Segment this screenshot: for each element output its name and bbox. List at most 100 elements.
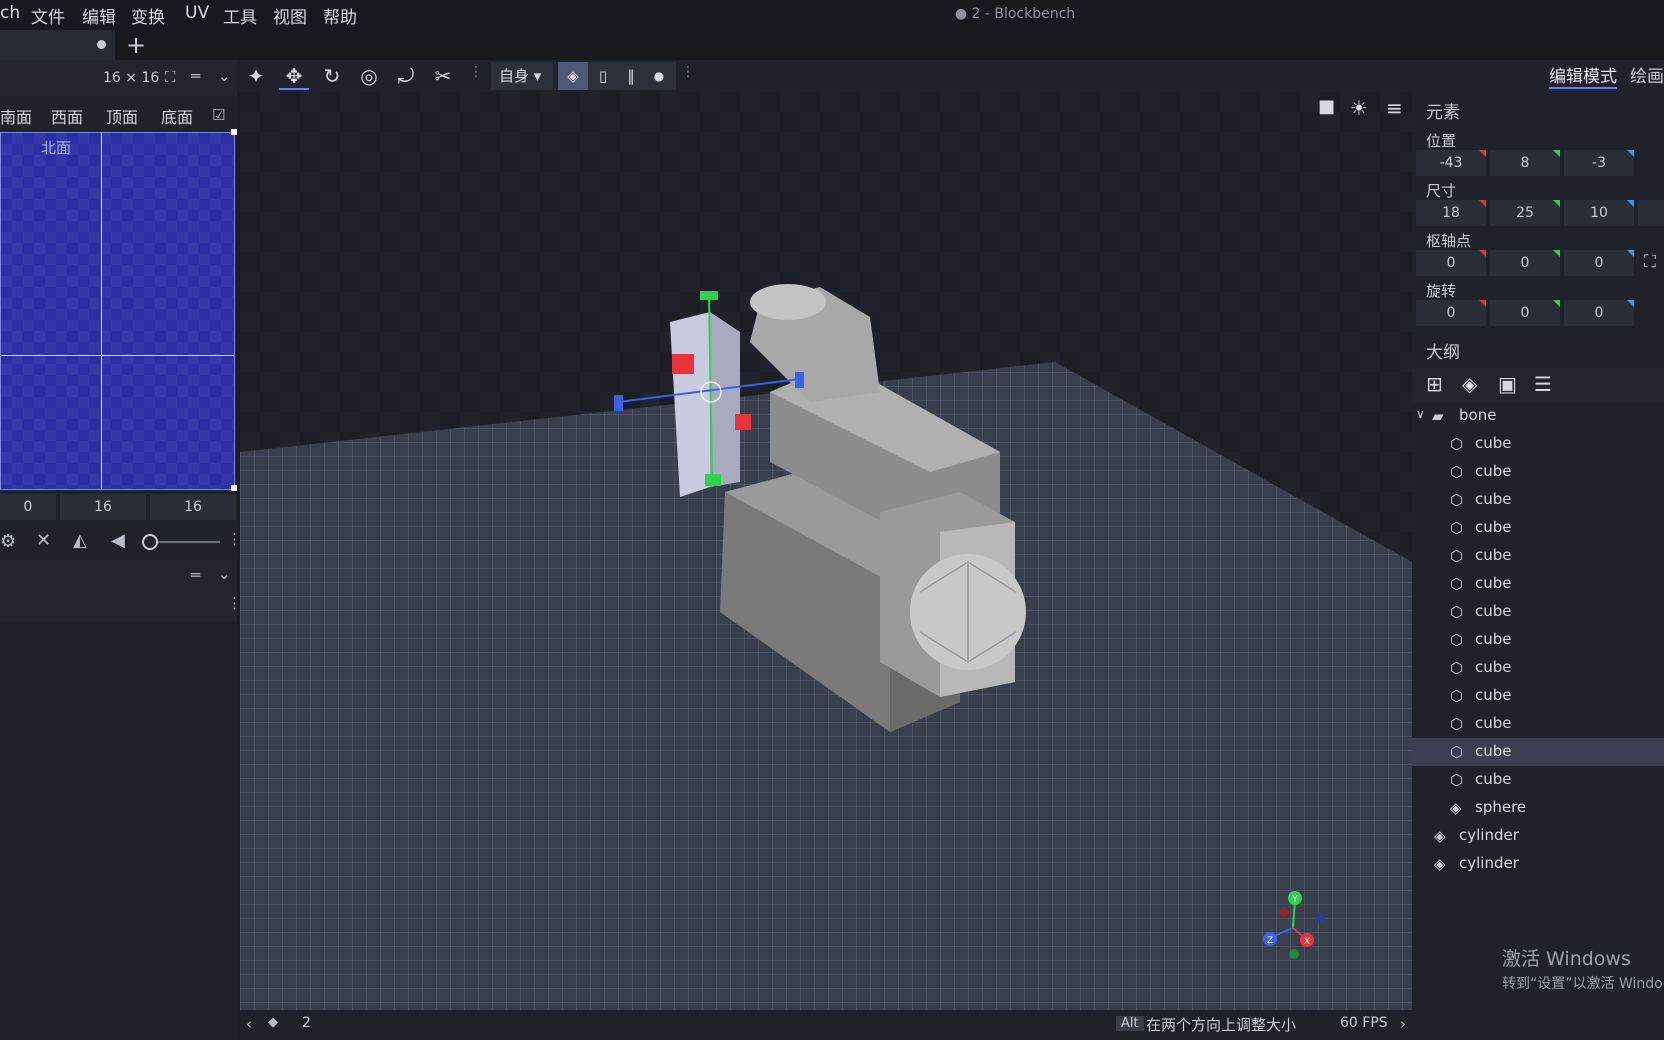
cube-icon: ⬡ — [1450, 603, 1464, 621]
drag-handle-icon[interactable]: ═ — [191, 566, 200, 584]
outliner-label: cube — [1475, 742, 1512, 760]
add-group-icon[interactable]: ▣ — [1498, 372, 1517, 396]
uv-input-h[interactable]: 16 — [150, 494, 236, 520]
scissors-icon[interactable]: ✂ — [428, 62, 458, 90]
outliner-item-cube[interactable]: ⬡ cube — [1412, 766, 1664, 794]
fullscreen-icon[interactable]: ⛶ — [165, 68, 176, 86]
paint-mode-tab[interactable]: 绘画 — [1630, 62, 1664, 87]
alt-key-badge: Alt — [1116, 1016, 1144, 1031]
layer-icon[interactable]: ◆ — [268, 1015, 278, 1030]
chevron-down-icon[interactable]: ⌄ — [218, 67, 231, 85]
uv-grid-line — [1, 355, 234, 356]
chevron-down-icon[interactable]: ∨ — [1416, 407, 1425, 421]
3d-viewport[interactable]: Y X Z ■ ☀ ≡ — [240, 92, 1412, 1010]
pivot-tool-icon[interactable]: ◎ — [354, 62, 384, 90]
position-z-input[interactable]: -3 — [1564, 150, 1634, 176]
transform-space-select[interactable]: 自身 ▾ — [491, 62, 553, 90]
rotate-tool-icon[interactable]: ↻ — [317, 62, 347, 90]
position-x-input[interactable]: -43 — [1416, 150, 1486, 176]
resize-tool-icon[interactable]: ⤾ — [391, 62, 421, 90]
size-y-input[interactable]: 25 — [1490, 200, 1560, 226]
clear-icon[interactable]: ✕ — [36, 530, 51, 551]
outliner-item-cube[interactable]: ⬡ cube — [1412, 514, 1664, 542]
outliner-item-cube[interactable]: ⬡ cube — [1412, 570, 1664, 598]
uv-resize-handle[interactable] — [231, 485, 237, 491]
auto-uv-icon[interactable]: ⚙ — [0, 531, 16, 552]
outliner-item-cube[interactable]: ⬡ cube — [1412, 654, 1664, 682]
outliner-group-bone[interactable]: ∨ ▰ bone — [1412, 402, 1664, 430]
outliner-item-cube-selected[interactable]: ⬡ cube — [1412, 738, 1664, 766]
element-panel-title: 元素 — [1426, 103, 1460, 123]
uv-face-tabs: 南面 西面 顶面 底面 ☑ — [0, 100, 237, 130]
outliner-item-cube[interactable]: ⬡ cube — [1412, 598, 1664, 626]
object-mode-button[interactable]: ◈ — [558, 62, 588, 90]
main-toolbar: ✦ ✥ ↻ ◎ ⤾ ✂ ⋮ 自身 ▾ ◈ ▯ ‖ ● ⋮ 编辑模式 绘画 — [237, 60, 1664, 92]
inflate-input[interactable] — [1638, 200, 1664, 226]
model-top-cylinder-cap — [750, 284, 826, 320]
uv-size-label[interactable]: 16 × 16 — [103, 70, 159, 86]
add-cube-icon[interactable]: ⊞ — [1426, 372, 1443, 396]
size-z-input[interactable]: 10 — [1564, 200, 1634, 226]
rotate-uv-icon[interactable]: ◀ — [111, 530, 125, 551]
status-hint: 在两个方向上调整大小 — [1146, 1016, 1297, 1034]
uv-slider-knob[interactable] — [142, 534, 158, 550]
collapse-icon[interactable]: ☰ — [1534, 372, 1552, 396]
rotation-z-input[interactable]: 0 — [1564, 300, 1634, 326]
uv-canvas[interactable]: 北面 — [0, 129, 237, 491]
center-pivot-icon[interactable]: ⛶ — [1644, 252, 1656, 272]
chevron-down-icon[interactable]: ⌄ — [218, 565, 231, 583]
outliner-item-cube[interactable]: ⬡ cube — [1412, 542, 1664, 570]
rotation-x-input[interactable]: 0 — [1416, 300, 1486, 326]
outliner-label: cube — [1475, 462, 1512, 480]
uv-input-w[interactable]: 16 — [60, 494, 146, 520]
viewport-scene[interactable]: Y X Z — [240, 92, 1412, 1010]
outliner-item-cube[interactable]: ⬡ cube — [1412, 626, 1664, 654]
selected-cube-side — [710, 312, 740, 487]
pivot-x-input[interactable]: 0 — [1416, 250, 1486, 276]
unsaved-dot-icon[interactable] — [97, 40, 106, 49]
outliner-label: cube — [1475, 686, 1512, 704]
outliner-item-cube[interactable]: ⬡ cube — [1412, 682, 1664, 710]
outliner-item-cube[interactable]: ⬡ cube — [1412, 458, 1664, 486]
outliner-item-cube[interactable]: ⬡ cube — [1412, 486, 1664, 514]
chevron-left-icon[interactable]: ‹ — [246, 1015, 252, 1033]
outliner-item-sphere[interactable]: ◈ sphere — [1412, 794, 1664, 822]
add-mesh-icon[interactable]: ◈ — [1462, 372, 1477, 396]
position-y-input[interactable]: 8 — [1490, 150, 1560, 176]
menu-icon[interactable]: ≡ — [1386, 96, 1403, 120]
outliner-item-cylinder[interactable]: ◈ cylinder — [1412, 822, 1664, 850]
vertex-mode-icon[interactable]: ● — [644, 62, 674, 90]
tab-up[interactable]: 顶面 — [106, 104, 138, 128]
uv-input-x[interactable]: 0 — [0, 494, 56, 520]
new-tab-button[interactable]: + — [126, 31, 146, 59]
mirror-icon[interactable]: ◭ — [73, 530, 87, 551]
face-mode-icon[interactable]: ▯ — [588, 62, 618, 90]
pivot-y-input[interactable]: 0 — [1490, 250, 1560, 276]
outliner-item-cube[interactable]: ⬡ cube — [1412, 430, 1664, 458]
pivot-label: 枢轴点 — [1426, 232, 1472, 250]
edge-mode-icon[interactable]: ‖ — [616, 62, 646, 90]
pivot-z-input[interactable]: 0 — [1564, 250, 1634, 276]
uv-face-label: 北面 — [41, 139, 72, 157]
chevron-right-icon[interactable]: › — [1400, 1015, 1406, 1033]
vertex-snap-icon[interactable]: ✦ — [241, 62, 271, 90]
uv-resize-handle[interactable] — [231, 129, 237, 135]
tab-west[interactable]: 西面 — [51, 104, 83, 128]
lighting-icon[interactable]: ☀ — [1350, 96, 1368, 120]
cube-icon: ⬡ — [1450, 575, 1464, 593]
rotation-y-input[interactable]: 0 — [1490, 300, 1560, 326]
axis-widget-neg-y — [1289, 949, 1299, 959]
drag-handle-icon[interactable]: ═ — [191, 67, 200, 85]
move-tool-icon[interactable]: ✥ — [279, 62, 309, 90]
tab-down[interactable]: 底面 — [161, 104, 193, 128]
solid-view-icon[interactable]: ■ — [1318, 96, 1335, 117]
outliner-item-cylinder[interactable]: ◈ cylinder — [1412, 850, 1664, 878]
outliner-item-cube[interactable]: ⬡ cube — [1412, 710, 1664, 738]
size-x-input[interactable]: 18 — [1416, 200, 1486, 226]
checklist-icon[interactable]: ☑ — [212, 106, 225, 124]
project-tab[interactable] — [0, 30, 115, 60]
edit-mode-tab[interactable]: 编辑模式 — [1549, 62, 1617, 89]
tab-south[interactable]: 南面 — [0, 104, 32, 128]
cube-icon: ⬡ — [1450, 659, 1464, 677]
uv-slider-track[interactable] — [150, 541, 220, 543]
